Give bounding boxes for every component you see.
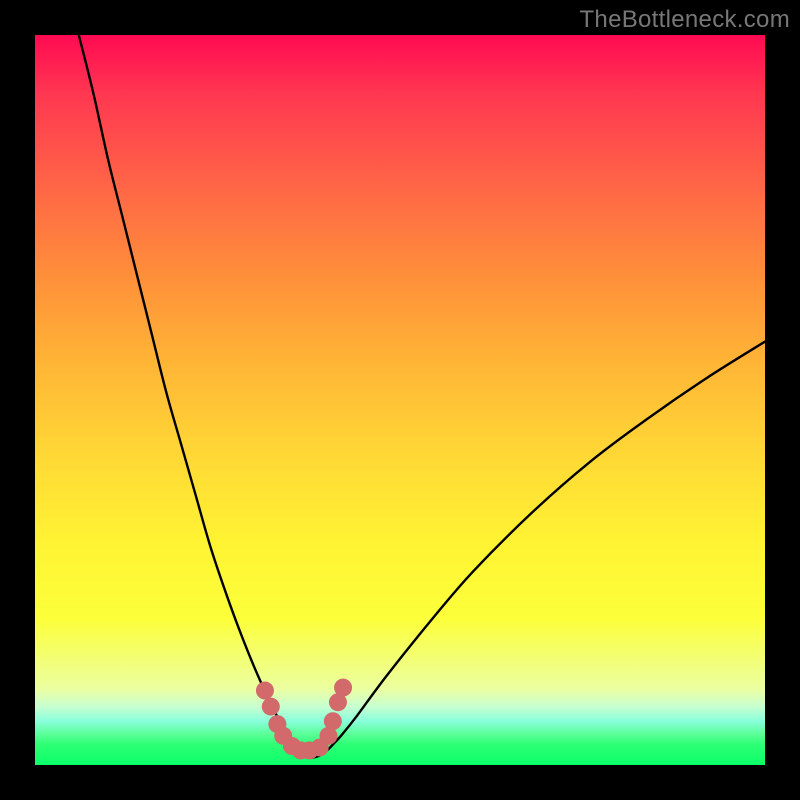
marker-point bbox=[334, 679, 352, 697]
chart-frame: TheBottleneck.com bbox=[0, 0, 800, 800]
plot-area bbox=[35, 35, 765, 765]
curve-left-curve bbox=[79, 35, 313, 758]
watermark-text: TheBottleneck.com bbox=[579, 6, 790, 34]
curves-layer bbox=[35, 35, 765, 765]
curve-right-curve bbox=[312, 342, 765, 758]
marker-point bbox=[256, 682, 274, 700]
marker-point bbox=[262, 698, 280, 716]
marker-point bbox=[324, 712, 342, 730]
